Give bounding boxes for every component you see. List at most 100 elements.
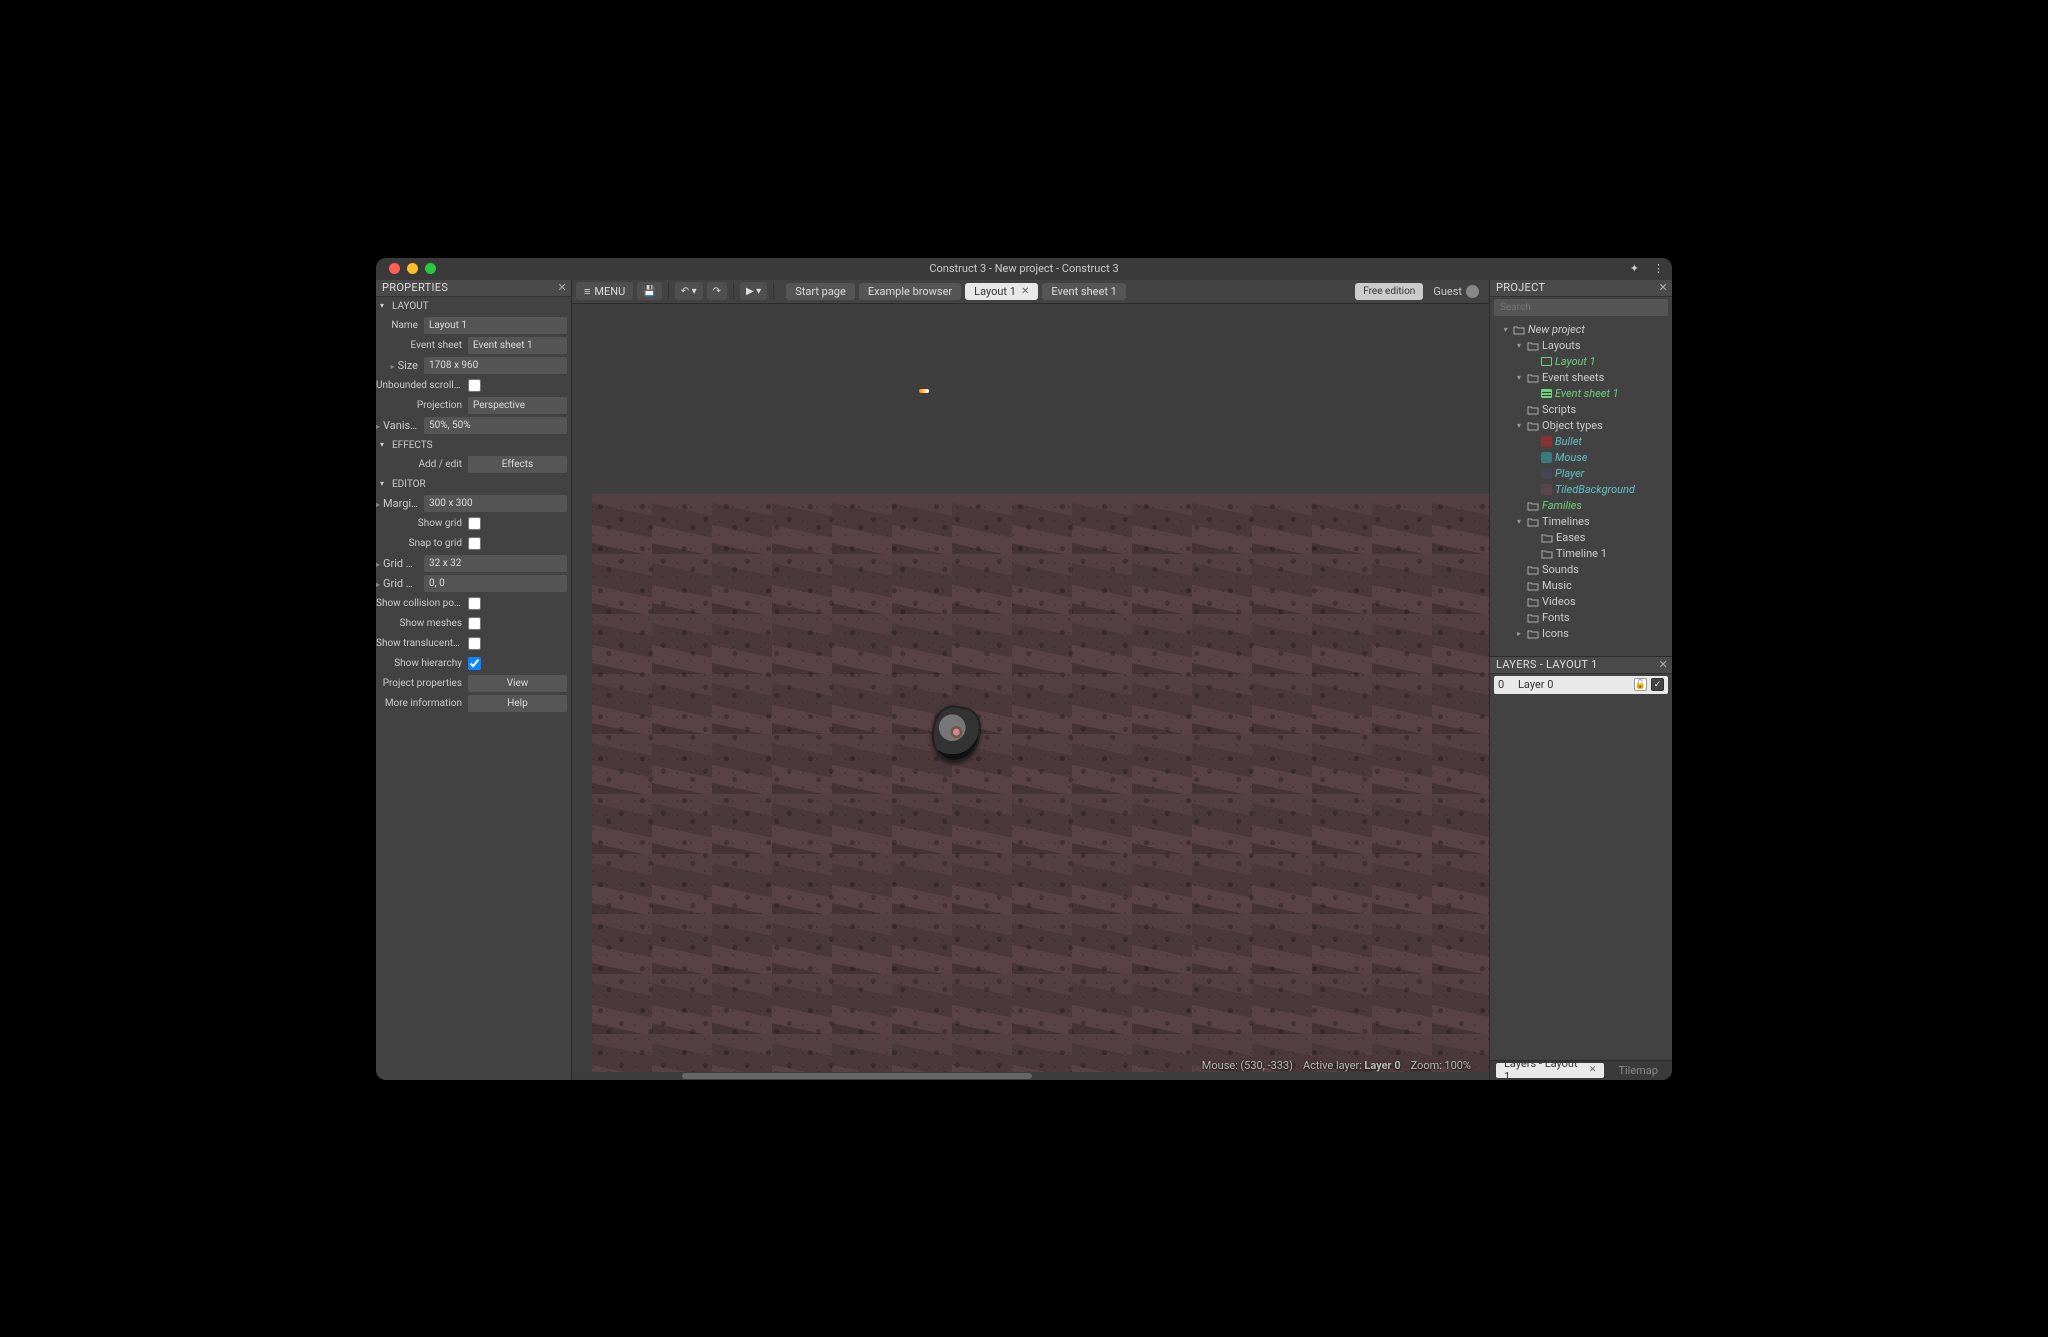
save-icon[interactable]: 💾: [637, 282, 661, 300]
tree-node-fonts[interactable]: Fonts: [1490, 610, 1672, 626]
prop-vanish-input[interactable]: [424, 417, 567, 434]
extension-icon[interactable]: ✦: [1630, 262, 1639, 275]
tiled-background-sprite[interactable]: [592, 494, 1489, 1080]
prop-size-label: ▸Size: [376, 359, 424, 372]
section-editor[interactable]: EDITOR: [376, 475, 571, 494]
tree-label: Sounds: [1542, 563, 1579, 576]
prop-gridoff-input[interactable]: [424, 575, 567, 592]
close-layers-icon[interactable]: ✕: [1658, 658, 1668, 671]
guest-account[interactable]: Guest: [1427, 283, 1485, 300]
tree-node-object-types[interactable]: ▾Object types: [1490, 418, 1672, 434]
tree-node-videos[interactable]: Videos: [1490, 594, 1672, 610]
prop-showcol-checkbox[interactable]: [468, 597, 481, 610]
close-panel-icon[interactable]: ✕: [557, 281, 567, 294]
prop-projection-select[interactable]: Perspective: [468, 397, 567, 414]
tree-node-layouts[interactable]: ▾ Layouts: [1490, 338, 1672, 354]
tree-node-event-sheets[interactable]: ▾Event sheets: [1490, 370, 1672, 386]
prop-showhier-checkbox[interactable]: [468, 657, 481, 670]
tree-node-event-sheet-1[interactable]: Event sheet 1: [1490, 386, 1672, 402]
kebab-menu-icon[interactable]: ⋮: [1653, 262, 1664, 275]
prop-size-input[interactable]: [424, 357, 567, 374]
tab-example-browser[interactable]: Example browser: [859, 283, 961, 300]
tree-node-eases[interactable]: Eases: [1490, 530, 1672, 546]
tab-layout-1[interactable]: Layout 1✕: [965, 283, 1038, 300]
twisty-icon[interactable]: ▾: [1514, 421, 1524, 430]
traffic-lights: [376, 263, 436, 274]
layer-row[interactable]: 0Layer 0🔓✓: [1494, 676, 1668, 694]
menu-button[interactable]: ≡MENU: [576, 282, 633, 300]
prop-showgrid-checkbox[interactable]: [468, 517, 481, 530]
twisty-icon[interactable]: ▸: [1514, 629, 1524, 638]
close-project-icon[interactable]: ✕: [1658, 281, 1668, 294]
prop-snap-label: Snap to grid: [376, 538, 468, 549]
tree-node-tiledbackground[interactable]: TiledBackground: [1490, 482, 1672, 498]
tree-node-layout-1[interactable]: Layout 1: [1490, 354, 1672, 370]
tree-node-scripts[interactable]: Scripts: [1490, 402, 1672, 418]
tree-label: Eases: [1556, 531, 1585, 544]
twisty-icon[interactable]: ▾: [1514, 341, 1524, 350]
prop-name-input[interactable]: [424, 317, 567, 334]
bullet-sprite[interactable]: [919, 389, 929, 393]
undo-icon[interactable]: ↶ ▾: [675, 282, 703, 300]
close-window-icon[interactable]: [389, 263, 400, 274]
prop-effects-button[interactable]: Effects: [468, 456, 567, 473]
free-edition-badge[interactable]: Free edition: [1355, 283, 1423, 300]
prop-showmesh-checkbox[interactable]: [468, 617, 481, 630]
prop-unbounded-checkbox[interactable]: [468, 379, 481, 392]
close-tab-icon[interactable]: ✕: [1021, 286, 1029, 297]
prop-gridsize-label: ▸Grid size: [376, 557, 424, 570]
close-tab-icon[interactable]: ✕: [1589, 1065, 1597, 1075]
prop-eventsheet-select[interactable]: Event sheet 1: [468, 337, 567, 354]
tree-label: Scripts: [1542, 403, 1576, 416]
twisty-icon[interactable]: ▾: [1514, 517, 1524, 526]
tree-label: Layout 1: [1555, 355, 1596, 368]
properties-panel: PROPERTIES ✕ LAYOUT Name Event sheetEven…: [376, 280, 572, 1080]
tree-node-timelines[interactable]: ▾ Timelines: [1490, 514, 1672, 530]
minimize-window-icon[interactable]: [407, 263, 418, 274]
tree-label: Layouts: [1542, 339, 1581, 352]
tree-node-music[interactable]: Music: [1490, 578, 1672, 594]
layer-lock-icon[interactable]: 🔓: [1634, 678, 1647, 691]
folder-icon: [1527, 517, 1539, 527]
prop-showtrans-checkbox[interactable]: [468, 637, 481, 650]
prop-gridsize-input[interactable]: [424, 555, 567, 572]
prop-view-button[interactable]: View: [468, 675, 567, 692]
section-layout[interactable]: LAYOUT: [376, 297, 571, 316]
play-icon[interactable]: ▶ ▾: [740, 282, 767, 300]
tree-label: TiledBackground: [1555, 483, 1635, 496]
section-effects[interactable]: EFFECTS: [376, 436, 571, 455]
tree-node-new-project[interactable]: ▾New project: [1490, 322, 1672, 338]
tree-node-timeline-1[interactable]: Timeline 1: [1490, 546, 1672, 562]
bottom-tab-layers---layout-1[interactable]: Layers - Layout 1✕: [1496, 1063, 1604, 1078]
tree-node-bullet[interactable]: Bullet: [1490, 434, 1672, 450]
prop-showtrans-label: Show translucent i...: [376, 638, 468, 649]
twisty-icon[interactable]: ▾: [1514, 373, 1524, 382]
tree-node-icons[interactable]: ▸Icons: [1490, 626, 1672, 642]
tree-node-mouse[interactable]: Mouse: [1490, 450, 1672, 466]
folder-icon: [1527, 421, 1539, 431]
bottom-tab-tilemap[interactable]: Tilemap: [1610, 1063, 1666, 1078]
tree-label: Timelines: [1542, 515, 1590, 528]
prop-eventsheet-label: Event sheet: [376, 340, 468, 351]
horizontal-scrollbar[interactable]: [572, 1072, 1489, 1080]
tab-event-sheet-1[interactable]: Event sheet 1: [1042, 283, 1126, 300]
twisty-icon[interactable]: ▾: [1500, 325, 1510, 334]
redo-icon[interactable]: ↷: [707, 282, 727, 300]
prop-showcol-label: Show collision pol...: [376, 598, 468, 609]
prop-margins-input[interactable]: [424, 495, 567, 512]
titlebar[interactable]: Construct 3 - New project - Construct 3 …: [376, 258, 1672, 280]
tab-start-page[interactable]: Start page: [786, 283, 855, 300]
layout-canvas[interactable]: Mouse: (530, -333) Active layer: Layer 0…: [572, 304, 1489, 1080]
prop-showhier-label: Show hierarchy: [376, 658, 468, 669]
tree-node-player[interactable]: Player: [1490, 466, 1672, 482]
layer-visible-icon[interactable]: ✓: [1651, 678, 1664, 691]
prop-help-button[interactable]: Help: [468, 695, 567, 712]
tree-node-families[interactable]: Families: [1490, 498, 1672, 514]
tree-node-sounds[interactable]: Sounds: [1490, 562, 1672, 578]
project-search-input[interactable]: [1494, 299, 1668, 316]
maximize-window-icon[interactable]: [425, 263, 436, 274]
prop-gridoff-label: ▸Grid offset: [376, 577, 424, 590]
prop-projprops-label: Project properties: [376, 678, 468, 689]
project-header: PROJECT ✕: [1490, 280, 1672, 297]
prop-snap-checkbox[interactable]: [468, 537, 481, 550]
